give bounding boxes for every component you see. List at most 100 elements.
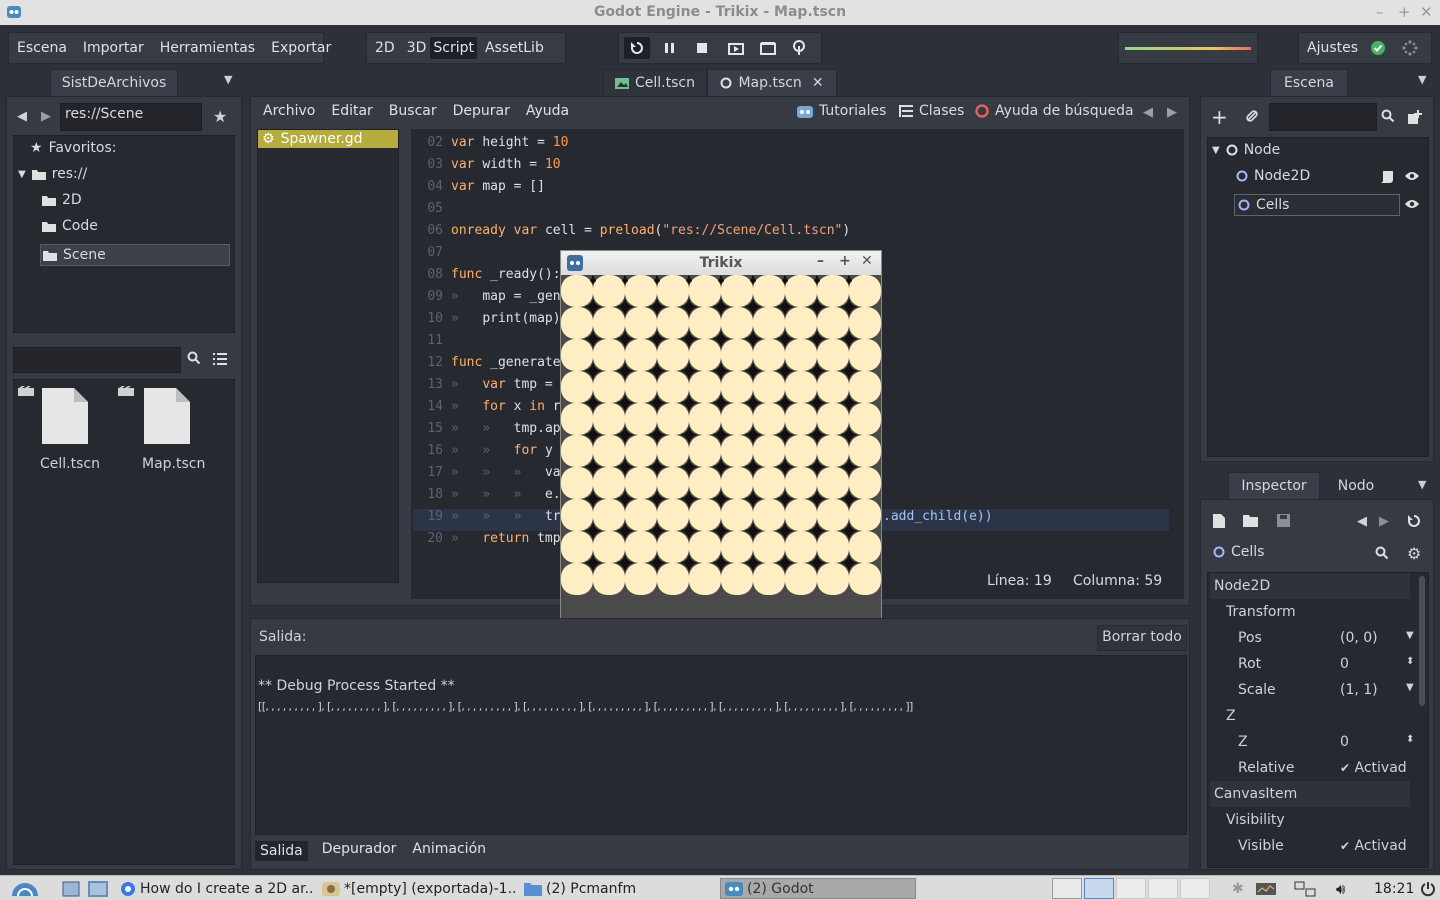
dock-menu-icon[interactable]: ▼ — [224, 73, 232, 86]
tutorials-link[interactable]: Tutoriales — [797, 103, 886, 119]
network-icon[interactable] — [1290, 878, 1320, 899]
tree-folder-2d[interactable]: 2D — [42, 192, 82, 208]
tree-folder-scene[interactable]: Scene — [40, 244, 230, 266]
script-menu-archivo[interactable]: Archivo — [255, 103, 323, 119]
tab-animation[interactable]: Animación — [410, 841, 488, 861]
history-back-icon[interactable]: ◀ — [1357, 514, 1367, 529]
file-item[interactable]: Cell.tscn — [18, 386, 118, 472]
property-row[interactable]: Z 0 ⬍ — [1210, 729, 1414, 755]
tab-node[interactable]: Nodo — [1322, 472, 1390, 499]
minimize-icon[interactable]: – — [817, 253, 824, 269]
code-line[interactable]: 03 var width = 10 — [413, 157, 1169, 179]
back-arrow-icon[interactable]: ◀ — [17, 109, 27, 124]
script-icon[interactable] — [1380, 170, 1394, 184]
workspace-icon[interactable] — [84, 878, 112, 899]
value-dropdown-icon[interactable]: ▼ — [1406, 630, 1414, 641]
close-icon[interactable]: ✕ — [861, 253, 873, 269]
search-help-link[interactable]: Ayuda de búsqueda — [975, 103, 1134, 119]
forward-arrow-icon[interactable]: ▶ — [41, 109, 51, 124]
tab-inspector[interactable]: Inspector — [1228, 472, 1320, 499]
power-icon[interactable] — [1416, 878, 1440, 899]
path-field[interactable]: res://Scene — [60, 103, 202, 131]
history-forward-icon[interactable]: ▶ — [1379, 514, 1389, 529]
code-line[interactable]: 06 onready var cell = preload("res://Scen… — [413, 223, 1169, 245]
value-dropdown-icon[interactable]: ⬍ — [1406, 734, 1414, 745]
search-icon[interactable] — [1375, 546, 1389, 560]
add-node-icon[interactable]: + — [1211, 105, 1228, 129]
inspector-scrollbar[interactable] — [1419, 576, 1425, 706]
script-menu-ayuda[interactable]: Ayuda — [518, 103, 577, 119]
mode-assetlib[interactable]: AssetLib — [477, 40, 552, 56]
classes-link[interactable]: Clases — [899, 103, 964, 119]
script-menu-buscar[interactable]: Buscar — [381, 103, 445, 119]
taskbar-item[interactable]: *[empty] (exportada)-1... — [318, 878, 518, 899]
settings-menu[interactable]: Ajustes — [1299, 40, 1366, 56]
play-custom-scene-icon[interactable] — [760, 41, 776, 55]
property-row[interactable]: Pos (0, 0) ▼ — [1210, 625, 1414, 651]
pause-icon[interactable] — [664, 42, 676, 54]
start-menu-icon[interactable] — [6, 878, 44, 899]
tree-folder-code[interactable]: Code — [42, 218, 98, 234]
menu-importar[interactable]: Importar — [75, 40, 152, 56]
mode-2d[interactable]: 2D — [367, 40, 403, 56]
tab-debugger[interactable]: Depurador — [314, 841, 405, 861]
cpu-monitor-icon[interactable] — [1252, 878, 1280, 899]
code-line[interactable]: 04 var map = [] — [413, 179, 1169, 201]
maximize-icon[interactable]: + — [1398, 3, 1411, 21]
search-icon[interactable] — [187, 351, 201, 365]
play-scene-icon[interactable] — [728, 41, 744, 55]
tree-res[interactable]: ▼ res:// — [18, 166, 87, 182]
mode-3d[interactable]: 3D — [403, 40, 431, 56]
menu-escena[interactable]: Escena — [9, 40, 75, 56]
minimize-icon[interactable]: – — [1376, 3, 1384, 21]
next-script-icon[interactable]: ▶ — [1167, 105, 1177, 120]
file-item[interactable]: Map.tscn — [118, 386, 218, 472]
code-line[interactable]: 05 — [413, 201, 1169, 223]
property-value[interactable]: (0, 0) ▼ — [1340, 630, 1414, 646]
maximize-icon[interactable]: + — [839, 253, 851, 269]
volume-icon[interactable]: 🔊︎ — [1332, 878, 1349, 899]
tree-favorites[interactable]: ★ Favoritos: — [30, 140, 116, 156]
clear-all-button[interactable]: Borrar todo — [1097, 625, 1187, 651]
visibility-eye-icon[interactable] — [1404, 198, 1420, 210]
new-resource-icon[interactable] — [1213, 514, 1225, 528]
property-row[interactable]: Rot 0 ⬍ — [1210, 651, 1414, 677]
menu-herramientas[interactable]: Herramientas — [152, 40, 263, 56]
open-folder-icon[interactable] — [1243, 514, 1259, 527]
tree-node-node2d[interactable]: Node2D — [1236, 168, 1310, 184]
property-value[interactable]: 0 ⬍ — [1340, 656, 1414, 672]
favorite-star-icon[interactable]: ★ — [213, 107, 227, 126]
property-value[interactable]: 0 ⬍ — [1340, 734, 1414, 750]
stop-icon[interactable] — [696, 42, 708, 54]
reload-icon[interactable] — [624, 37, 650, 59]
property-row[interactable]: Visible ✔ Activad — [1210, 833, 1410, 859]
tab-cell-scene[interactable]: Cell.tscn — [603, 69, 707, 96]
history-icon[interactable] — [1407, 514, 1421, 528]
value-dropdown-icon[interactable]: ⬍ — [1406, 656, 1414, 667]
value-dropdown-icon[interactable]: ▼ — [1406, 682, 1414, 693]
list-view-icon[interactable] — [213, 353, 227, 365]
tab-output[interactable]: Salida — [255, 841, 308, 861]
scene-dock-menu-icon[interactable]: ▼ — [1418, 73, 1426, 86]
visibility-eye-icon[interactable] — [1404, 170, 1420, 182]
search-icon[interactable] — [1381, 109, 1395, 123]
tab-scene-dock[interactable]: Escena — [1270, 69, 1348, 96]
link-icon[interactable] — [1245, 109, 1259, 123]
instance-scene-icon[interactable] — [1407, 109, 1423, 125]
script-menu-editar[interactable]: Editar — [323, 103, 380, 119]
deploy-icon[interactable] — [792, 40, 806, 56]
tab-map-scene[interactable]: Map.tscn ✕ — [707, 69, 837, 96]
property-value[interactable]: (1, 1) ▼ — [1340, 682, 1414, 698]
bluetooth-icon[interactable]: ✱ — [1228, 878, 1248, 899]
tab-filesystem[interactable]: SistDeArchivos — [50, 69, 178, 96]
tab-close-icon[interactable]: ✕ — [812, 75, 824, 91]
object-settings-gear-icon[interactable]: ⚙ — [1407, 544, 1421, 563]
mode-script[interactable]: Script — [430, 37, 477, 59]
tree-node-root[interactable]: ▼ Node — [1212, 142, 1280, 158]
save-icon[interactable] — [1277, 514, 1290, 527]
code-line[interactable]: 02 var height = 10 — [413, 135, 1169, 157]
file-search-input[interactable] — [13, 347, 181, 373]
prev-script-icon[interactable]: ◀ — [1143, 105, 1153, 120]
show-desktop-icon[interactable] — [58, 878, 84, 899]
property-row[interactable]: Relative ✔ Activad — [1210, 755, 1410, 781]
